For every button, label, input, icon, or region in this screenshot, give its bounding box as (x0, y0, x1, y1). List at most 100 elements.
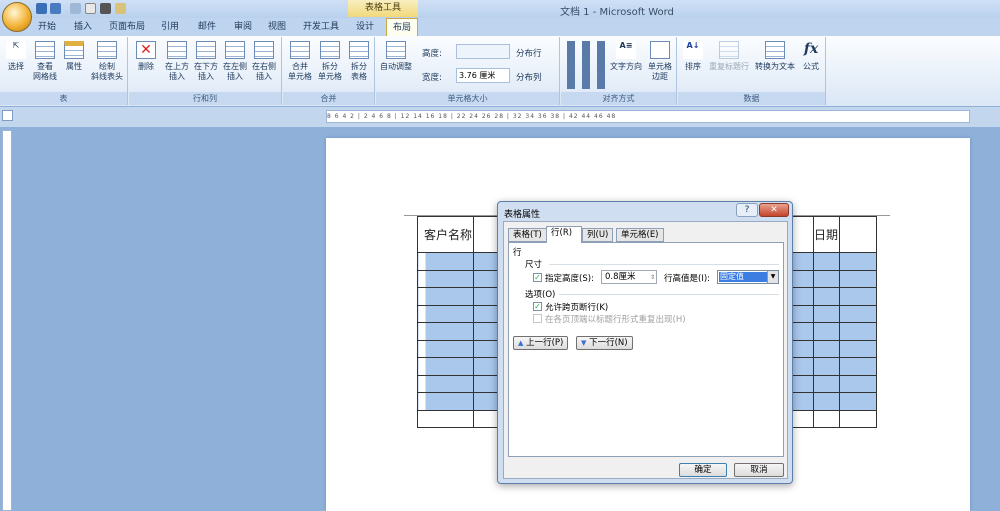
view-gridlines-button[interactable]: 查看 网格线 (30, 41, 60, 82)
group-label: 数据 (678, 92, 825, 105)
tab-design[interactable]: 设计 (350, 18, 380, 36)
size-label: 尺寸 (525, 260, 543, 270)
insert-right-icon (254, 41, 274, 59)
group-data: A↓ 排序 重复标题行 转换为文本 fx 公式 数据 (678, 37, 826, 105)
header-cell-date[interactable]: 日期 (813, 216, 840, 253)
draw-diagonal-header-button[interactable]: 绘制 斜线表头 (88, 41, 126, 82)
cell-margins-button[interactable]: 单元格 边距 (645, 41, 675, 82)
tab-stop-selector[interactable] (2, 110, 13, 121)
title-bar (0, 0, 1000, 18)
insert-right-button[interactable]: 在右侧 插入 (250, 41, 278, 82)
header-cell[interactable] (839, 216, 877, 253)
help-button[interactable]: ? (736, 203, 758, 217)
repeat-header-rows-button: 重复标题行 (706, 41, 752, 72)
insert-above-button[interactable]: 在上方 插入 (163, 41, 191, 82)
insert-left-button[interactable]: 在左侧 插入 (221, 41, 249, 82)
merge-cells-button[interactable]: 合并 单元格 (285, 41, 315, 82)
width-input[interactable]: 3.76 厘米 (456, 68, 510, 83)
specify-height-label: 指定高度(S): (545, 274, 594, 284)
distribute-rows-button[interactable]: 分布行 (516, 47, 542, 59)
group-label: 单元格大小 (376, 92, 559, 105)
specify-height-checkbox[interactable]: ✓ (533, 273, 542, 282)
tab-page-layout[interactable]: 页面布局 (104, 18, 150, 36)
insert-above-icon (167, 41, 187, 59)
cancel-button[interactable]: 取消 (734, 463, 784, 477)
print-preview-icon[interactable] (85, 3, 96, 14)
text-direction-icon: A≡ (616, 41, 636, 59)
group-rows-columns: ✕ 删除 在上方 插入 在下方 插入 在左侧 插入 在右侧 插入 行和列 (129, 37, 282, 105)
allow-row-break-label: 允许跨页断行(K) (545, 303, 609, 313)
header-cell-customer[interactable]: 客户名称 (417, 216, 474, 253)
select-button[interactable]: ⇱ 选择 (4, 41, 28, 72)
vertical-ruler[interactable] (2, 130, 12, 511)
group-label: 合并 (283, 92, 374, 105)
close-button[interactable]: ✕ (759, 203, 789, 217)
next-row-button[interactable]: ▼ 下一行(N) (576, 336, 633, 350)
tab-column[interactable]: 列(U) (582, 228, 614, 242)
table-properties-dialog: 表格属性 ? ✕ 表格(T) 行(R) 列(U) 单元格(E) 行 尺寸 ✓ 指… (497, 201, 793, 484)
row-height-is-value: 固定值 (719, 272, 767, 282)
insert-below-button[interactable]: 在下方 插入 (192, 41, 220, 82)
allow-row-break-checkbox[interactable]: ✓ (533, 302, 542, 311)
tab-layout[interactable]: 布局 (386, 18, 418, 37)
properties-button[interactable]: 属性 (62, 41, 86, 72)
autofit-button[interactable]: 自动调整 (378, 41, 414, 72)
properties-icon (64, 41, 84, 59)
row-section-label: 行 (513, 248, 522, 258)
save-icon[interactable] (36, 3, 47, 14)
redo-icon[interactable] (70, 3, 81, 14)
insert-left-icon (225, 41, 245, 59)
formula-button[interactable]: fx 公式 (798, 41, 824, 72)
undo-icon[interactable] (50, 3, 61, 14)
horizontal-ruler[interactable]: 8 6 4 2 | 2 4 6 8 | 12 14 16 18 | 22 24 … (326, 110, 970, 123)
tab-home[interactable]: 开始 (30, 18, 64, 36)
height-value: 0.8厘米 (605, 272, 636, 282)
height-input[interactable] (456, 44, 510, 59)
repeat-header-checkbox[interactable] (533, 314, 542, 323)
grid-icon (35, 41, 55, 59)
fx-icon: fx (803, 41, 819, 57)
delete-button[interactable]: ✕ 删除 (133, 41, 159, 72)
format-icon[interactable] (100, 3, 111, 14)
tab-table[interactable]: 表格(T) (508, 228, 547, 242)
table-icon (97, 41, 117, 59)
draw-icon[interactable] (115, 3, 126, 14)
cell-margins-icon (650, 41, 670, 59)
merge-icon (290, 41, 310, 59)
table-tools-label: 表格工具 (348, 0, 418, 17)
chevron-down-icon[interactable]: ▼ (767, 271, 778, 283)
height-value-input[interactable]: 0.8厘米 ⇕ (601, 270, 657, 284)
tab-view[interactable]: 视图 (262, 18, 292, 36)
spinner-icon[interactable]: ⇕ (650, 272, 655, 284)
tab-insert[interactable]: 插入 (66, 18, 100, 36)
text-direction-button[interactable]: A≡ 文字方向 (609, 41, 643, 72)
tab-mailings[interactable]: 邮件 (192, 18, 222, 36)
distribute-columns-button[interactable]: 分布列 (516, 71, 542, 83)
tab-developer[interactable]: 开发工具 (298, 18, 344, 36)
divider (549, 264, 779, 265)
tab-cell[interactable]: 单元格(E) (616, 228, 664, 242)
split-cells-button[interactable]: 拆分 单元格 (315, 41, 345, 82)
tab-row[interactable]: 行(R) (546, 226, 582, 243)
tab-references[interactable]: 引用 (155, 18, 185, 36)
convert-to-text-button[interactable]: 转换为文本 (752, 41, 798, 72)
repeat-header-label: 在各页顶端以标题行形式重复出现(H) (545, 315, 686, 325)
tab-review[interactable]: 审阅 (228, 18, 258, 36)
row-height-is-select[interactable]: 固定值 ▼ (717, 270, 779, 284)
ok-button[interactable]: 确定 (679, 463, 727, 477)
convert-icon (765, 41, 785, 59)
office-button[interactable] (2, 2, 32, 32)
split-table-button[interactable]: 拆分 表格 (345, 41, 373, 82)
group-cell-size: 自动调整 高度: 宽度: 3.76 厘米 分布行 分布列 单元格大小 (376, 37, 560, 105)
row-height-is-label: 行高值是(I): (664, 274, 711, 284)
group-merge: 合并 单元格 拆分 单元格 拆分 表格 合并 (283, 37, 375, 105)
height-label: 高度: (422, 49, 442, 59)
tab-bar (0, 18, 1000, 36)
sort-button[interactable]: A↓ 排序 (680, 41, 706, 72)
group-label: 行和列 (129, 92, 281, 105)
arrow-down-icon: ▼ (581, 339, 587, 347)
alignment-grid[interactable] (565, 41, 609, 89)
repeat-header-icon (719, 41, 739, 59)
previous-row-button[interactable]: ▲ 上一行(P) (513, 336, 569, 350)
window-title: 文档 1 - Microsoft Word (560, 7, 674, 18)
